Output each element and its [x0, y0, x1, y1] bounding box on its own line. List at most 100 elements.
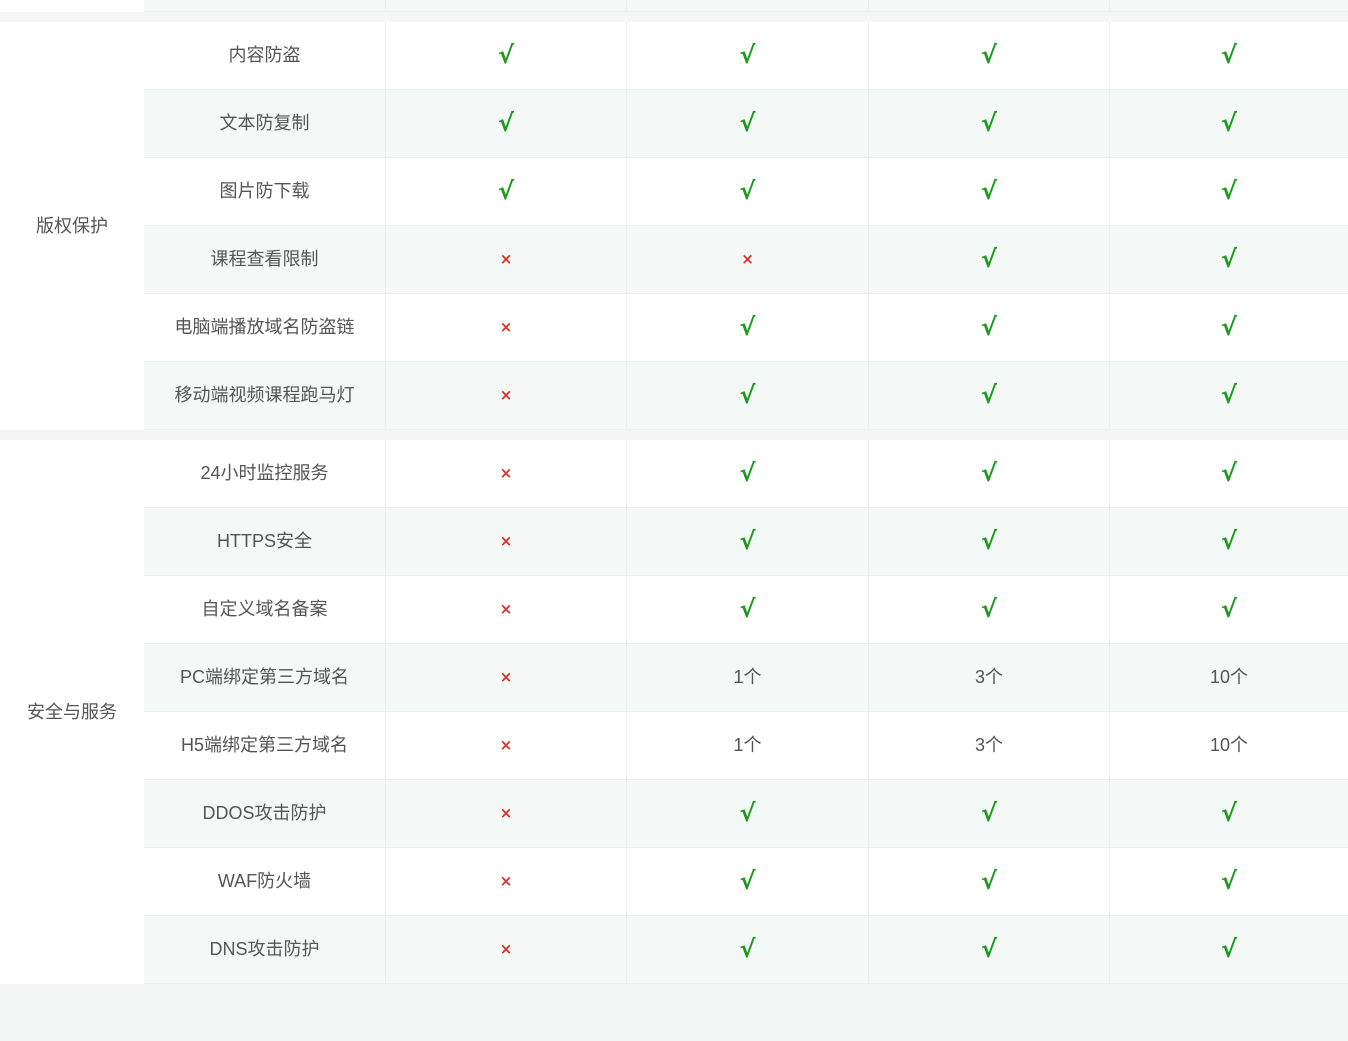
check-mark-icon: √: [739, 935, 756, 963]
feature-group: 浏览权限/访问权限××√√: [0, 0, 1348, 12]
cross-mark-icon: ×: [499, 386, 513, 404]
plan-value-cell: √: [1110, 916, 1348, 983]
plan-value-cell: 1个: [627, 644, 869, 711]
feature-name: 图片防下载: [144, 158, 386, 225]
cross-mark-icon: ×: [741, 250, 754, 268]
plan-value-cell: ×: [627, 0, 869, 11]
table-row: H5端绑定第三方域名 × 1个 3个 10个: [144, 712, 1348, 780]
table-row: 电脑端播放域名防盗链 × √ √ √: [144, 294, 1348, 362]
plan-value-cell: ×: [386, 0, 627, 11]
plan-value-cell: √: [627, 848, 869, 915]
plan-value-cell: √: [1110, 780, 1348, 847]
plan-value-cell: √: [627, 440, 869, 507]
check-mark-icon: √: [739, 313, 756, 341]
plan-value-cell: √: [1110, 90, 1348, 157]
check-mark-icon: √: [980, 109, 997, 137]
check-mark-icon: √: [1220, 527, 1237, 555]
group-label: 版权保护: [36, 216, 108, 236]
check-mark-icon: √: [980, 459, 997, 487]
plan-value-cell: √: [386, 158, 627, 225]
plan-value-cell: √: [386, 90, 627, 157]
plan-value-cell: √: [627, 158, 869, 225]
cross-mark-icon: ×: [499, 532, 513, 550]
plan-value-cell: √: [869, 0, 1110, 11]
check-mark-icon: √: [980, 527, 997, 555]
check-mark-icon: √: [739, 595, 756, 623]
plan-value-cell: √: [1110, 22, 1348, 89]
cross-mark-icon: ×: [499, 940, 513, 958]
feature-name: 文本防复制: [144, 90, 386, 157]
feature-name: DDOS攻击防护: [144, 780, 386, 847]
check-mark-icon: √: [739, 867, 756, 895]
plan-value-cell: ×: [386, 362, 627, 429]
check-mark-icon: √: [980, 313, 997, 341]
plan-quota-value: 10个: [1209, 735, 1249, 755]
plan-value-cell: 3个: [869, 712, 1110, 779]
check-mark-icon: √: [980, 935, 997, 963]
check-mark-icon: √: [1220, 867, 1237, 895]
plan-value-cell: √: [627, 294, 869, 361]
check-mark-icon: √: [980, 245, 997, 273]
check-mark-icon: √: [1220, 109, 1237, 137]
plan-value-cell: ×: [386, 780, 627, 847]
cross-mark-icon: ×: [499, 250, 513, 268]
plan-value-cell: ×: [627, 226, 869, 293]
check-mark-icon: √: [497, 41, 514, 69]
cross-mark-icon: ×: [499, 318, 513, 336]
check-mark-icon: √: [1220, 245, 1237, 273]
plan-value-cell: ×: [386, 226, 627, 293]
group-label: 安全与服务: [27, 702, 117, 722]
cross-mark-icon: ×: [499, 668, 513, 686]
table-row: DDOS攻击防护 × √ √ √: [144, 780, 1348, 848]
plan-value-cell: ×: [386, 440, 627, 507]
plan-quota-value: 3个: [974, 667, 1003, 687]
feature-name: PC端绑定第三方域名: [144, 644, 386, 711]
plan-value-cell: √: [869, 362, 1110, 429]
check-mark-icon: √: [1220, 177, 1237, 205]
plan-value-cell: √: [1110, 158, 1348, 225]
check-mark-icon: √: [980, 41, 997, 69]
plan-value-cell: √: [869, 440, 1110, 507]
plan-value-cell: √: [627, 22, 869, 89]
plan-value-cell: √: [627, 90, 869, 157]
feature-group: 版权保护 内容防盗 √ √ √ √ 文本防复制 √ √ √ √ 图片防下载 √ √ √ √ 课程查看限制 × × √ √…: [0, 22, 1348, 430]
plan-value-cell: √: [1110, 440, 1348, 507]
plan-value-cell: ×: [386, 294, 627, 361]
plan-quota-value: 10个: [1209, 667, 1249, 687]
feature-name: 浏览权限/访问权限: [144, 0, 386, 11]
plan-value-cell: √: [869, 780, 1110, 847]
plan-value-cell: √: [1110, 848, 1348, 915]
plan-value-cell: ×: [386, 916, 627, 983]
plan-quota-value: 3个: [974, 735, 1003, 755]
plan-value-cell: √: [869, 22, 1110, 89]
plan-value-cell: 10个: [1110, 712, 1348, 779]
table-row: 移动端视频课程跑马灯 × √ √ √: [144, 362, 1348, 430]
table-row: 课程查看限制 × × √ √: [144, 226, 1348, 294]
check-mark-icon: √: [497, 177, 514, 205]
table-row: 24小时监控服务 × √ √ √: [144, 440, 1348, 508]
plan-value-cell: ×: [386, 848, 627, 915]
feature-group: 安全与服务 24小时监控服务 × √ √ √ HTTPS安全 × √ √ √ 自定义域名备案 × √ √ √ P…: [0, 440, 1348, 984]
table-row: PC端绑定第三方域名 × 1个 3个 10个: [144, 644, 1348, 712]
feature-name: 自定义域名备案: [144, 576, 386, 643]
plan-value-cell: √: [869, 158, 1110, 225]
plan-value-cell: √: [869, 508, 1110, 575]
plan-value-cell: ×: [386, 508, 627, 575]
check-mark-icon: √: [1220, 381, 1237, 409]
plan-value-cell: √: [627, 362, 869, 429]
plan-value-cell: 1个: [627, 712, 869, 779]
check-mark-icon: √: [1220, 595, 1237, 623]
plan-value-cell: √: [627, 780, 869, 847]
table-row: 文本防复制 √ √ √ √: [144, 90, 1348, 158]
table-row: 内容防盗 √ √ √ √: [144, 22, 1348, 90]
plan-value-cell: ×: [386, 576, 627, 643]
check-mark-icon: √: [497, 109, 514, 137]
check-mark-icon: √: [980, 595, 997, 623]
check-mark-icon: √: [739, 41, 756, 69]
check-mark-icon: √: [1220, 799, 1237, 827]
plan-value-cell: √: [627, 508, 869, 575]
plan-value-cell: √: [1110, 576, 1348, 643]
plan-value-cell: √: [1110, 226, 1348, 293]
plan-value-cell: √: [869, 226, 1110, 293]
check-mark-icon: √: [739, 459, 756, 487]
